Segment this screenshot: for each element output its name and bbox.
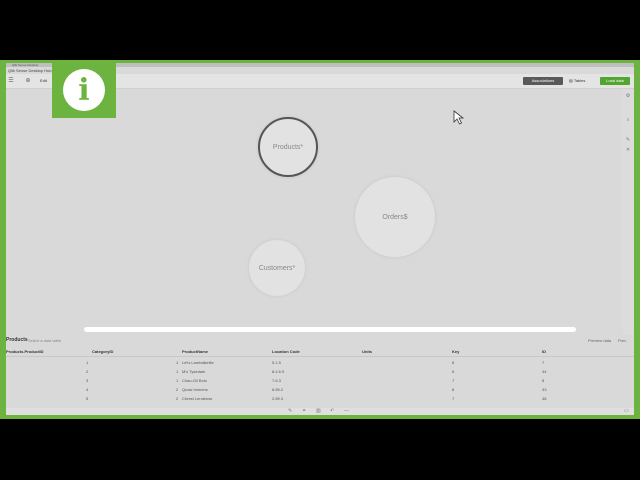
table-cell: Quasi Immens: [182, 387, 208, 392]
table-cell: 7: [452, 396, 455, 401]
table-row: 2 1 M's Tysedark 8.4.6.9 6 44: [6, 367, 634, 376]
table-cell: 8: [452, 360, 455, 365]
table-cell: 3: [86, 378, 89, 383]
navigate-icon[interactable]: ⊕: [24, 77, 32, 85]
bubble-label: Orders$: [382, 213, 408, 221]
column-header[interactable]: Units: [362, 349, 372, 354]
column-header[interactable]: CategoryID: [92, 349, 113, 354]
table-bubble-products[interactable]: Products*: [258, 117, 318, 177]
table-cell: 5.1.5: [272, 360, 281, 365]
table-row: 3 1 Chao-Gil Bolo 7.6.3 7 8: [6, 376, 634, 385]
right-panel: ⚙ ⌕ ✎ ✕: [622, 89, 634, 339]
table-cell: 2: [86, 369, 89, 374]
table-cell: 1: [86, 360, 89, 365]
trash-icon[interactable]: ▥: [316, 408, 321, 414]
table-cell: 2.89.3: [272, 396, 284, 401]
settings-icon[interactable]: ⚙: [625, 93, 631, 99]
table-cell: 7.6.3: [272, 378, 281, 383]
info-icon: i: [63, 69, 105, 111]
table-cell: 8.89.2: [272, 387, 284, 392]
associations-button[interactable]: Associations: [523, 77, 563, 85]
table-cell: 44: [542, 369, 547, 374]
table-cell: 7: [542, 360, 545, 365]
bubble-label: Customers*: [258, 264, 296, 272]
table-cell: 5: [86, 396, 89, 401]
edit-icon[interactable]: ✎: [625, 137, 631, 143]
table-row: 4 2 Quasi Immens 8.89.2 8 33: [6, 385, 634, 394]
table-cell: 1: [176, 369, 179, 374]
preview-header: Products Select a data table Preview dat…: [6, 335, 634, 345]
tables-label: Tables: [573, 78, 586, 83]
column-header[interactable]: Key: [452, 349, 459, 354]
expand-icon[interactable]: ▭: [624, 408, 629, 414]
collapse-icon[interactable]: —: [344, 408, 349, 414]
preview-title: Products: [6, 337, 28, 343]
status-bar: ✎ ⚭ ▥ ↶ — ▭: [6, 408, 634, 415]
column-header[interactable]: ProductName: [182, 349, 208, 354]
table-cell: 4: [86, 387, 89, 392]
link-icon[interactable]: ⚭: [302, 408, 306, 414]
table-cell: 48: [542, 396, 547, 401]
table-cell: 8: [542, 378, 545, 383]
table-row: 1 1 Let's Lambalkeille 5.1.5 8 7: [6, 358, 634, 367]
mouse-cursor-icon: [453, 110, 465, 125]
column-header[interactable]: Location Code: [272, 349, 300, 354]
video-progress-bar[interactable]: [84, 327, 576, 332]
association-canvas[interactable]: Products* Orders$ Customers*: [6, 89, 622, 329]
delete-icon[interactable]: ✕: [625, 147, 631, 153]
preview-data-button[interactable]: Preview data: [588, 338, 611, 343]
table-cell: Chrest Lendense: [182, 396, 213, 401]
table-cell: 8.4.6.9: [272, 369, 285, 374]
app-subtitle: Qlik Sense Desktop Hub: [8, 68, 52, 73]
preview-hint: Select a data table: [28, 338, 62, 343]
edit-button[interactable]: Edit: [40, 77, 47, 85]
undo-icon[interactable]: ↶: [330, 408, 334, 414]
info-badge: i: [52, 62, 116, 118]
table-cell: 8: [452, 387, 455, 392]
tables-button[interactable]: ▤ Tables: [569, 77, 597, 85]
table-row: 5 2 Chrest Lendense 2.89.3 7 48: [6, 394, 634, 403]
table-bubble-orders[interactable]: Orders$: [355, 177, 435, 257]
table-cell: 7: [452, 378, 455, 383]
search-icon[interactable]: ⌕: [625, 117, 631, 123]
table-cell: 2: [176, 387, 179, 392]
table-cell: 1: [176, 360, 179, 365]
load-data-button[interactable]: Load data: [600, 77, 630, 85]
table-cell: 33: [542, 387, 547, 392]
pencil-icon[interactable]: ✎: [288, 408, 292, 414]
table-cell: 6: [452, 369, 455, 374]
table-cell: Chao-Gil Bolo: [182, 378, 207, 383]
window-title: Qlik Sense Desktop: [12, 63, 39, 67]
table-cell: M's Tysedark: [182, 369, 206, 374]
table-cell: 2: [176, 396, 179, 401]
column-header[interactable]: Products.ProductID: [6, 349, 44, 354]
table-cell: Let's Lambalkeille: [182, 360, 214, 365]
table-bubble-customers[interactable]: Customers*: [249, 240, 305, 296]
menu-icon[interactable]: ☰: [7, 77, 15, 85]
table-cell: 1: [176, 378, 179, 383]
bubble-label: Products*: [272, 143, 304, 151]
table-header: Products.ProductID CategoryID ProductNam…: [6, 348, 634, 357]
preview-toggle[interactable]: Prev: [618, 338, 626, 343]
column-header[interactable]: ID: [542, 349, 546, 354]
